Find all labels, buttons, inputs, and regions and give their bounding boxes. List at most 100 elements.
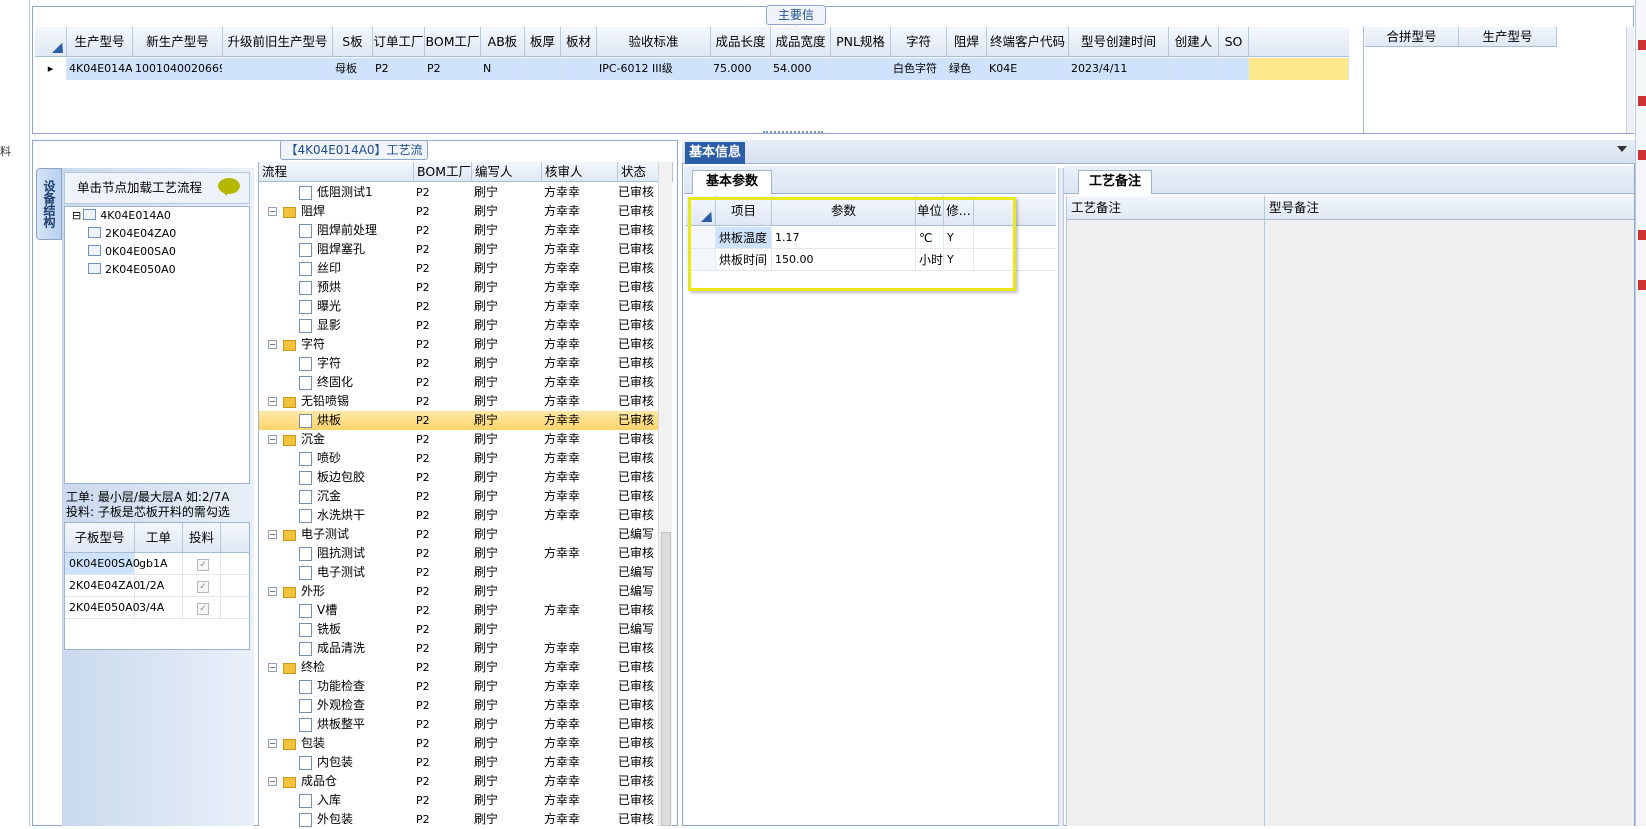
flow-row[interactable]: 显影 P2 刷宁 方幸幸 已审核 [259, 316, 659, 335]
main-cell[interactable]: 母板 [333, 58, 373, 80]
flow-step[interactable]: − 沉金 [259, 430, 414, 449]
main-cell[interactable] [1169, 58, 1219, 80]
flow-row[interactable]: 烘板 P2 刷宁 方幸幸 已审核 [259, 411, 659, 430]
flow-step[interactable]: 阻焊前处理 [259, 221, 414, 240]
main-col-header[interactable]: AB板 [481, 27, 525, 56]
top-scrollbar[interactable] [1626, 27, 1634, 133]
flow-col-header[interactable]: 流程 [259, 162, 414, 181]
flow-row[interactable]: − 包装 P2 刷宁 方幸幸 已审核 [259, 734, 659, 753]
collapse-icon[interactable]: − [268, 587, 277, 596]
process-notes-body[interactable] [1067, 220, 1264, 826]
main-cell[interactable]: 54.000 [771, 58, 831, 80]
tree-node[interactable]: ⊟ 4K04E014A0 [72, 207, 171, 225]
flow-row[interactable]: 外观检查 P2 刷宁 方幸幸 已审核 [259, 696, 659, 715]
main-cell[interactable]: 10010400206699 [133, 58, 223, 80]
toolbar-marker[interactable] [1638, 280, 1646, 290]
collapse-icon[interactable]: − [268, 530, 277, 539]
main-col-header[interactable]: 字符 [891, 27, 947, 56]
tab-basic-info[interactable]: 基本信息 [685, 142, 745, 164]
main-col-header[interactable]: 订单工厂 [373, 27, 425, 56]
flow-row[interactable]: 低阻测试1 P2 刷宁 方幸幸 已审核 [259, 183, 659, 202]
flow-col-header[interactable]: 核审人 [542, 162, 618, 181]
flow-row[interactable]: 终固化 P2 刷宁 方幸幸 已审核 [259, 373, 659, 392]
main-cell[interactable]: 绿色 [947, 58, 987, 80]
main-col-header[interactable]: 终端客户代码 [987, 27, 1069, 56]
flow-row[interactable]: 阻焊前处理 P2 刷宁 方幸幸 已审核 [259, 221, 659, 240]
flow-step[interactable]: 显影 [259, 316, 414, 335]
main-col-header[interactable]: 板材 [561, 27, 597, 56]
flow-col-header[interactable]: 编写人 [472, 162, 542, 181]
flow-row[interactable]: 字符 P2 刷宁 方幸幸 已审核 [259, 354, 659, 373]
flow-row[interactable]: 板边包胶 P2 刷宁 方幸幸 已审核 [259, 468, 659, 487]
collapse-icon[interactable]: − [268, 397, 277, 406]
flow-step[interactable]: 板边包胶 [259, 468, 414, 487]
flow-step[interactable]: 低阻测试1 [259, 183, 414, 202]
tree-node[interactable]: 2K04E04ZA0 [88, 225, 176, 243]
flow-step[interactable]: 电子测试 [259, 563, 414, 582]
sub-board-row[interactable]: 2K04E04ZA0 1/2A ✓ [65, 575, 249, 597]
sub-cell[interactable]: 1/2A [135, 575, 183, 596]
flow-step[interactable]: − 字符 [259, 335, 414, 354]
flow-row[interactable]: − 外形 P2 刷宁 已编写 [259, 582, 659, 601]
main-col-header[interactable]: BOM工厂 [425, 27, 481, 56]
main-col-header[interactable]: 板厚 [525, 27, 561, 56]
vtab-device-structure[interactable]: 设备结构 [36, 168, 62, 240]
flow-step[interactable]: 功能检查 [259, 677, 414, 696]
main-cell-filler[interactable] [1249, 58, 1349, 80]
flow-step[interactable]: − 包装 [259, 734, 414, 753]
side-col-header[interactable]: 生产型号 [1459, 27, 1557, 46]
main-cell[interactable]: IPC-6012 III级 [597, 58, 711, 80]
main-col-header[interactable]: S板 [333, 27, 373, 56]
collapse-icon[interactable]: − [268, 663, 277, 672]
main-col-header[interactable]: 成品长度 [711, 27, 771, 56]
main-col-header[interactable]: PNL规格 [831, 27, 891, 56]
sub-col-header[interactable]: 子板型号 [65, 523, 135, 552]
main-grid-row[interactable]: ▸4K04E014A010010400206699母板P2P2NIPC-6012… [35, 58, 1349, 80]
params-splitter[interactable] [1058, 168, 1064, 826]
main-col-header[interactable]: 升级前旧生产型号 [223, 27, 333, 56]
sub-cell-checkbox[interactable]: ✓ [183, 597, 221, 618]
flow-row[interactable]: 入库 P2 刷宁 方幸幸 已审核 [259, 791, 659, 810]
tree-node[interactable]: 0K04E00SA0 [88, 243, 176, 261]
flow-row[interactable]: V槽 P2 刷宁 方幸幸 已审核 [259, 601, 659, 620]
sub-cell[interactable]: 2K04E04ZA0 [65, 575, 140, 596]
main-cell[interactable]: P2 [425, 58, 481, 80]
flow-step[interactable]: 字符 [259, 354, 414, 373]
sub-board-row[interactable]: 2K04E050A0 3/4A ✓ [65, 597, 249, 619]
flow-row[interactable]: 阻焊塞孔 P2 刷宁 方幸幸 已审核 [259, 240, 659, 259]
flow-row[interactable]: 预烘 P2 刷宁 方幸幸 已审核 [259, 278, 659, 297]
main-col-header[interactable]: 成品宽度 [771, 27, 831, 56]
collapse-icon[interactable]: − [268, 207, 277, 216]
flow-row[interactable]: 铣板 P2 刷宁 已编写 [259, 620, 659, 639]
flow-row[interactable]: − 阻焊 P2 刷宁 方幸幸 已审核 [259, 202, 659, 221]
flow-row[interactable]: 丝印 P2 刷宁 方幸幸 已审核 [259, 259, 659, 278]
main-col-header[interactable]: 阻焊 [947, 27, 987, 56]
flow-step[interactable]: 铣板 [259, 620, 414, 639]
flow-row[interactable]: 内包装 P2 刷宁 方幸幸 已审核 [259, 753, 659, 772]
collapse-icon[interactable]: − [268, 340, 277, 349]
flow-step[interactable]: 曝光 [259, 297, 414, 316]
tab-process-notes[interactable]: 工艺备注 [1078, 170, 1152, 194]
flow-step[interactable]: − 电子测试 [259, 525, 414, 544]
side-col-header[interactable]: 合拼型号 [1365, 27, 1459, 46]
tree-expander-icon[interactable]: ⊟ [72, 209, 81, 222]
flow-row[interactable]: − 电子测试 P2 刷宁 已编写 [259, 525, 659, 544]
flow-row[interactable]: 成品清洗 P2 刷宁 方幸幸 已审核 [259, 639, 659, 658]
sub-col-header[interactable]: 工单 [135, 523, 183, 552]
flow-step[interactable]: 内包装 [259, 753, 414, 772]
flow-step[interactable]: 烘板 [259, 411, 414, 430]
collapse-icon[interactable]: − [268, 739, 277, 748]
flow-step[interactable]: 沉金 [259, 487, 414, 506]
main-cell[interactable]: 白色字符 [891, 58, 947, 80]
top-splitter-grip[interactable] [763, 131, 823, 135]
flow-row[interactable]: 喷砂 P2 刷宁 方幸幸 已审核 [259, 449, 659, 468]
flow-step[interactable]: V槽 [259, 601, 414, 620]
flow-row[interactable]: 水洗烘干 P2 刷宁 方幸幸 已审核 [259, 506, 659, 525]
sub-board-row[interactable]: 0K04E00SA0 gb1A ✓ [65, 553, 249, 575]
main-col-header[interactable]: 型号创建时间 [1069, 27, 1169, 56]
flow-row[interactable]: 沉金 P2 刷宁 方幸幸 已审核 [259, 487, 659, 506]
toolbar-marker[interactable] [1638, 40, 1646, 50]
checkbox-checked[interactable]: ✓ [197, 559, 209, 571]
main-cell[interactable] [561, 58, 597, 80]
sub-cell[interactable]: gb1A [135, 553, 183, 574]
